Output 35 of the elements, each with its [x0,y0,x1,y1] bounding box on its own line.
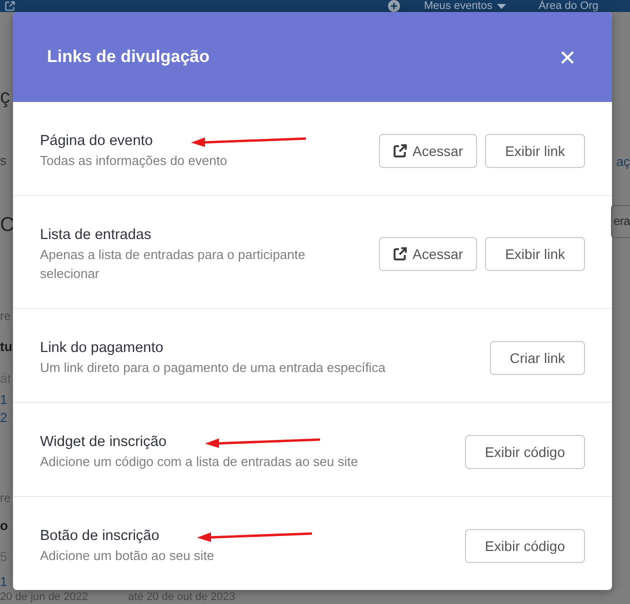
action-button[interactable]: Criar link [490,340,585,374]
background-text: 1 [0,392,8,408]
close-icon [561,50,574,64]
row-description: Todas as informações do evento [40,152,228,170]
external-link-icon[interactable] [5,1,15,11]
background-text: 1 [0,574,8,590]
background-text: aç [616,154,630,170]
action-button[interactable]: Exibir código [464,528,585,562]
row-description: Apenas a lista de entradas para o participante selecionar [40,246,306,283]
row-description: Um link direto para o pagamento de uma entrada específica [40,359,386,377]
plus-icon[interactable] [388,0,400,12]
row-title: Link do pagamento [40,339,164,358]
background-text: o [0,518,8,534]
background-text: ç [0,85,10,109]
background-text: 2 [0,410,8,426]
row-title: Botão de inscrição [40,527,160,546]
close-button[interactable] [561,50,574,64]
action-button[interactable]: Acessar [378,134,478,168]
row-description: Adicione um código com a lista de entradas ao seu site [40,453,359,471]
page-button[interactable]: era [610,205,630,238]
row-description: Adicione um botão ao seu site [40,547,216,565]
nav-link[interactable]: Meus eventos [424,0,492,12]
row-title: Página do evento [40,132,153,151]
background-text: tu [0,339,12,355]
dialog-title: Links de divulgação [47,46,210,68]
action-button[interactable]: Exibir link [485,237,585,271]
background-text: C [0,213,14,237]
action-button[interactable]: Exibir código [464,434,585,468]
row-title: Lista de entradas [40,226,152,245]
background-text: s [0,153,6,169]
external-link-icon [392,144,407,158]
action-button[interactable]: Exibir link [485,134,585,168]
external-link-icon [392,247,407,261]
action-button[interactable]: Acessar [378,237,478,271]
row-title: Widget de inscrição [40,433,167,452]
